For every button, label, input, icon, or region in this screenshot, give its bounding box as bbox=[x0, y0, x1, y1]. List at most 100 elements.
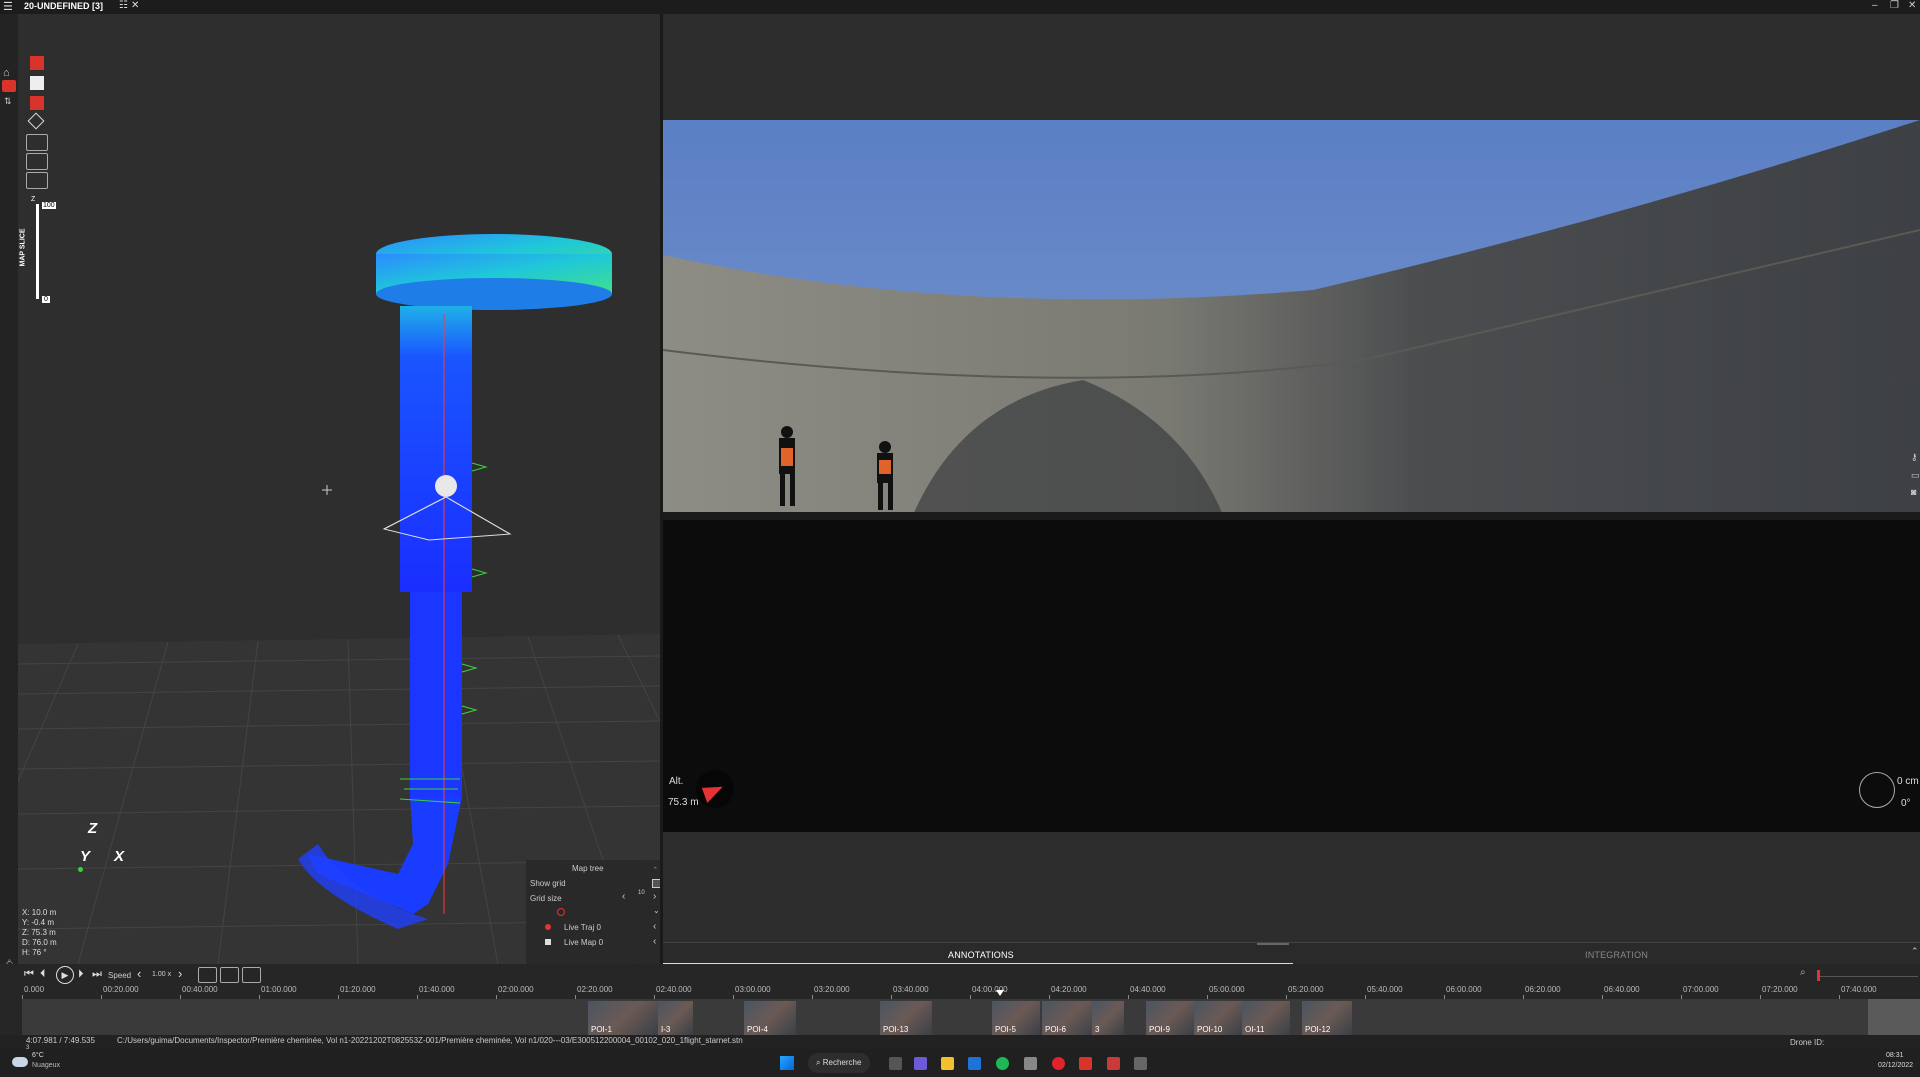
collapse-panel-icon[interactable]: ⌃ bbox=[1911, 946, 1919, 957]
zoom-icon[interactable]: ⌕ bbox=[1800, 967, 1806, 978]
poi-thumbnail[interactable]: POI-5 bbox=[992, 1001, 1040, 1035]
timeline-tick-label: 02:00.000 bbox=[498, 985, 534, 994]
timeline-end-region bbox=[1868, 999, 1920, 1035]
resize-handle[interactable] bbox=[1257, 943, 1289, 945]
poi-thumbnail[interactable]: POI-10 bbox=[1194, 1001, 1242, 1035]
live-map-arrow-icon[interactable]: ‹ bbox=[653, 936, 656, 947]
marker-add-icon[interactable] bbox=[220, 967, 239, 983]
windows-start-icon[interactable] bbox=[780, 1056, 794, 1070]
coord-x: X: 10.0 m bbox=[22, 908, 57, 917]
timeline-tick-label: 0.000 bbox=[24, 985, 45, 994]
poi-thumbnail[interactable]: POI-1 bbox=[588, 1001, 658, 1035]
live-traj-label[interactable]: Live Traj 0 bbox=[564, 923, 601, 932]
box-app-icon[interactable] bbox=[1024, 1057, 1037, 1070]
cube-top-icon[interactable] bbox=[30, 76, 44, 90]
weather-desc[interactable]: Nuageux bbox=[32, 1062, 60, 1069]
inspection-photo[interactable]: Alt. 75.3 m 0 cm 0° bbox=[663, 120, 1920, 832]
speed-increase-icon[interactable]: › bbox=[178, 966, 182, 981]
side-lock-icon[interactable]: ⚷ bbox=[1911, 452, 1918, 463]
maximize-button[interactable]: ❐ bbox=[1890, 0, 1899, 11]
outlook-icon[interactable] bbox=[968, 1057, 981, 1070]
poi-label: POI-12 bbox=[1305, 1025, 1331, 1034]
tab-integration[interactable]: INTEGRATION bbox=[1585, 950, 1648, 960]
playhead-icon[interactable] bbox=[996, 990, 1004, 996]
timeline-tick-label: 07:00.000 bbox=[1683, 985, 1719, 994]
map-slice-slider[interactable] bbox=[36, 204, 39, 299]
grid-size-decrease-icon[interactable]: ‹ bbox=[622, 891, 625, 902]
zoom-slider[interactable] bbox=[1818, 976, 1918, 977]
acrobat-icon[interactable] bbox=[1079, 1057, 1092, 1070]
point-cloud-viewport[interactable]: Z 100 0 MAP SLICE Z Y X X: 10.0 m Y: -0.… bbox=[18, 14, 660, 964]
compass-icon bbox=[696, 770, 734, 808]
step-back-icon[interactable]: ⏴ bbox=[40, 968, 46, 981]
settings-app-icon[interactable] bbox=[1134, 1057, 1147, 1070]
cube-view-icon[interactable] bbox=[30, 56, 44, 70]
map-tree-expand-icon[interactable]: ⌄ bbox=[653, 906, 660, 915]
grid-size-increase-icon[interactable]: › bbox=[653, 891, 656, 902]
side-camera-icon[interactable]: ◙ bbox=[1911, 487, 1916, 497]
poi-label: 3 bbox=[1095, 1025, 1100, 1034]
timeline-ruler[interactable]: 0.000 00:20.000 00:40.000 01:00.000 01:20.00… bbox=[22, 985, 1920, 1000]
viewer-icon[interactable] bbox=[2, 80, 16, 92]
speed-value[interactable]: 1.00 x bbox=[152, 971, 171, 978]
marker-tool-icon[interactable] bbox=[198, 967, 217, 983]
live-traj-arrow-icon[interactable]: ‹ bbox=[653, 921, 656, 932]
poi-thumbnail[interactable]: POI-9 bbox=[1146, 1001, 1194, 1035]
timeline-tick-label: 01:00.000 bbox=[261, 985, 297, 994]
bottom-tabs: ANNOTATIONS INTEGRATION ⌃ bbox=[663, 942, 1920, 965]
list-icon[interactable]: ☷ bbox=[119, 0, 128, 11]
grid-size-value[interactable]: 10 bbox=[638, 890, 645, 896]
live-map-color-icon bbox=[545, 939, 551, 945]
poi-thumbnail[interactable]: 3 bbox=[1092, 1001, 1124, 1035]
poi-thumbnail[interactable]: OI-11 bbox=[1242, 1001, 1290, 1035]
timeline-tick-label: 03:40.000 bbox=[893, 985, 929, 994]
map-slice-bottom-value[interactable]: 0 bbox=[42, 296, 50, 303]
play-button[interactable]: ▶ bbox=[56, 966, 74, 984]
side-folder-icon[interactable]: ▭ bbox=[1911, 470, 1920, 481]
taskbar-search[interactable]: ⌕ Recherche bbox=[808, 1053, 870, 1073]
zoom-slider-thumb[interactable] bbox=[1817, 970, 1820, 981]
timeline-tick-label: 01:20.000 bbox=[340, 985, 376, 994]
tab-annotations[interactable]: ANNOTATIONS bbox=[948, 950, 1014, 960]
timeline-tick-label: 03:20.000 bbox=[814, 985, 850, 994]
skip-end-icon[interactable]: ⏭ bbox=[92, 968, 102, 981]
skip-start-icon[interactable]: ⏮ bbox=[24, 968, 34, 981]
opera-icon[interactable] bbox=[1052, 1057, 1065, 1070]
measure-tool-icon[interactable] bbox=[26, 153, 48, 170]
record-icon[interactable] bbox=[557, 908, 565, 916]
poi-thumbnail[interactable]: POI-12 bbox=[1302, 1001, 1352, 1035]
close-tab-icon[interactable]: ✕ bbox=[131, 0, 139, 11]
map-tree-collapse-button[interactable]: - bbox=[654, 863, 657, 872]
clock-date[interactable]: 02/12/2022 bbox=[1878, 1062, 1913, 1069]
poi-thumbnail[interactable]: POI-4 bbox=[744, 1001, 796, 1035]
file-explorer-icon[interactable] bbox=[941, 1057, 954, 1070]
show-grid-checkbox[interactable] bbox=[652, 879, 660, 888]
close-window-button[interactable]: ✕ bbox=[1908, 0, 1916, 11]
timeline-tick-label: 02:40.000 bbox=[656, 985, 692, 994]
crop-tool-icon[interactable] bbox=[26, 172, 48, 189]
home-icon[interactable]: ⌂ bbox=[3, 67, 10, 79]
poi-thumbnail[interactable]: POI-6 bbox=[1042, 1001, 1094, 1035]
speed-decrease-icon[interactable]: ‹ bbox=[137, 966, 141, 981]
gimbal-indicator-icon bbox=[1859, 772, 1895, 808]
live-map-label[interactable]: Live Map 0 bbox=[564, 938, 603, 947]
step-forward-icon[interactable]: ⏵ bbox=[78, 968, 84, 981]
clock-time[interactable]: 08:31 bbox=[1886, 1052, 1904, 1059]
report-icon[interactable] bbox=[242, 967, 261, 983]
task-view-icon[interactable] bbox=[889, 1057, 902, 1070]
document-tab-title[interactable]: 20-UNDEFINED [3] bbox=[24, 1, 103, 11]
inspector-app-icon[interactable] bbox=[1107, 1057, 1120, 1070]
map-slice-top-value[interactable]: 100 bbox=[42, 202, 56, 209]
poi-thumbnail[interactable]: I-3 bbox=[658, 1001, 693, 1035]
poi-label: POI-4 bbox=[747, 1025, 768, 1034]
spotify-icon[interactable] bbox=[996, 1057, 1009, 1070]
cube-side-icon[interactable] bbox=[30, 96, 44, 110]
thumbnail-strip[interactable]: POI-1 I-3 POI-4 POI-13 POI-5 POI-6 3 POI-9 POI-1… bbox=[22, 999, 1920, 1035]
sort-icon[interactable]: ⇅ bbox=[4, 96, 12, 107]
teams-icon[interactable] bbox=[914, 1057, 927, 1070]
weather-temp[interactable]: 6°C bbox=[32, 1052, 44, 1059]
hamburger-icon[interactable]: ☰ bbox=[3, 0, 13, 13]
help-tool-icon[interactable] bbox=[26, 134, 48, 151]
poi-thumbnail[interactable]: POI-13 bbox=[880, 1001, 932, 1035]
minimize-button[interactable]: – bbox=[1872, 0, 1878, 11]
